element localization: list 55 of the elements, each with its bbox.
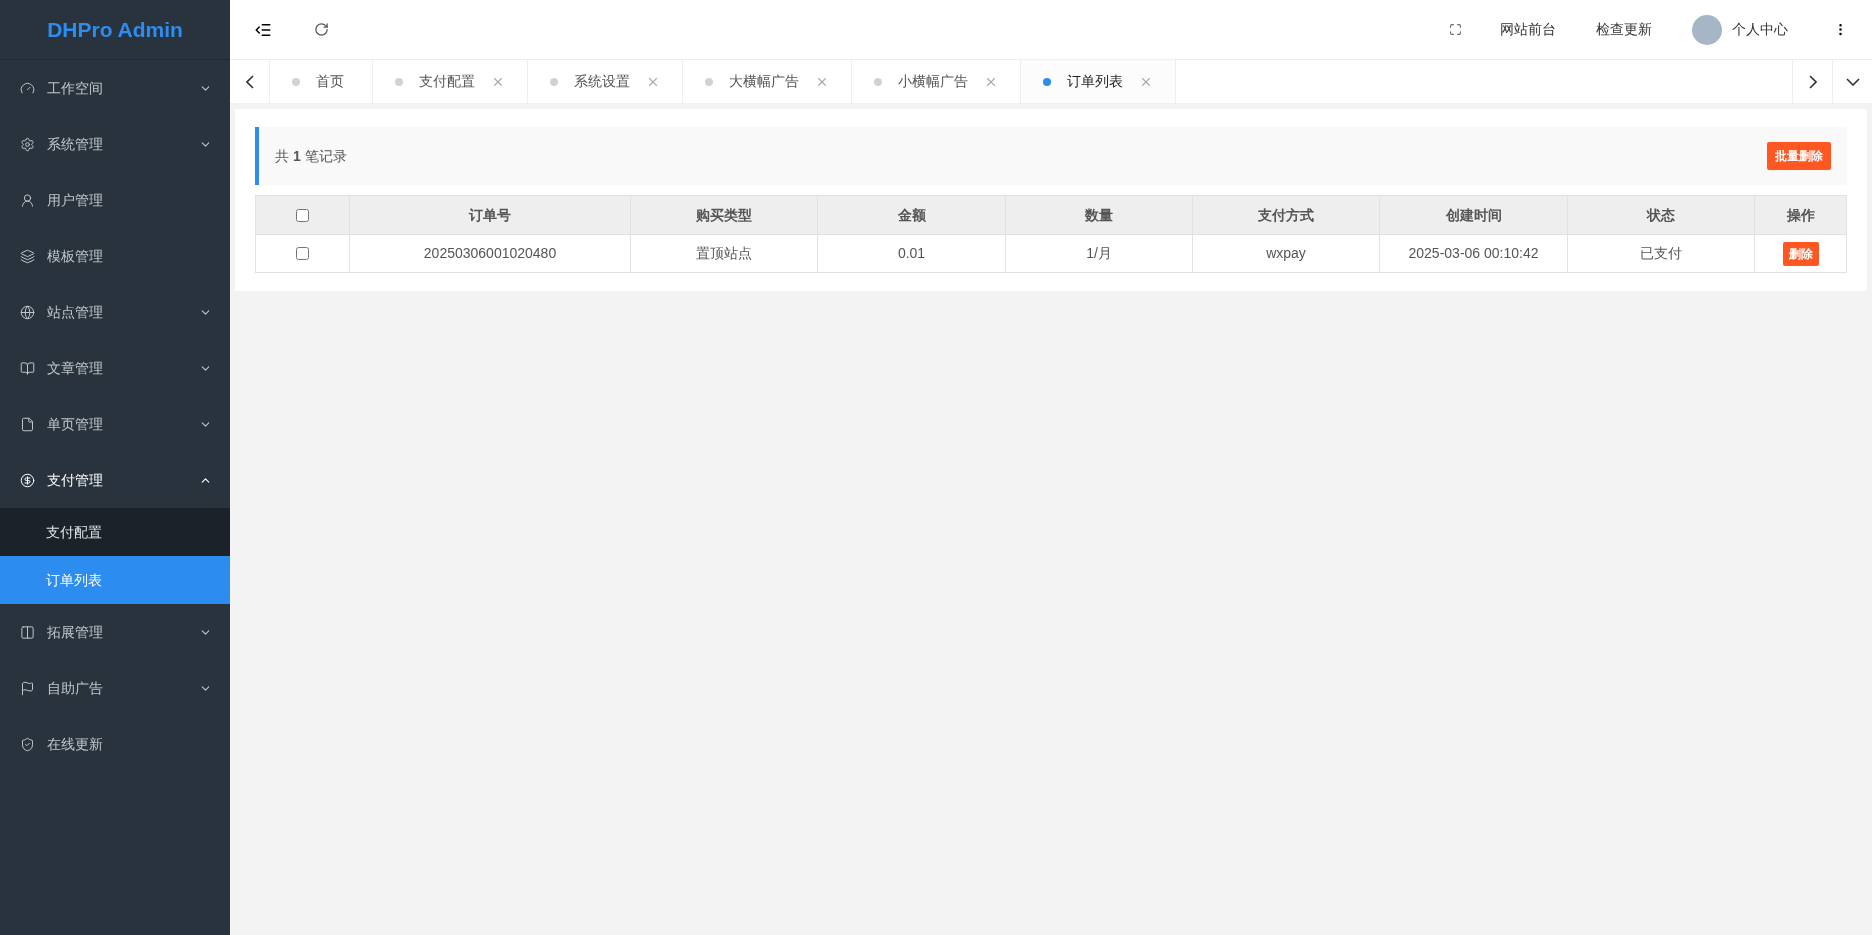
shield-icon — [20, 736, 35, 752]
column-header: 操作 — [1785, 205, 1816, 225]
globe-icon — [20, 304, 35, 320]
menu-item[interactable]: 拓展管理 — [0, 604, 230, 660]
gauge-icon — [20, 80, 35, 96]
table-cell: 2025-03-06 00:10:42 — [1380, 235, 1568, 272]
menu-item[interactable]: 用户管理 — [0, 172, 230, 228]
file-icon — [20, 416, 35, 432]
chevron-left-icon — [245, 74, 254, 89]
book-icon — [20, 360, 35, 376]
tab[interactable]: 支付配置 — [373, 60, 528, 103]
settings-icon — [20, 136, 35, 152]
table-cell: 已支付 — [1568, 235, 1755, 272]
menu-item[interactable]: 工作空间 — [0, 60, 230, 116]
user-menu[interactable]: 个人中心 — [1732, 19, 1788, 40]
user-icon — [20, 192, 35, 208]
table-cell: wxpay — [1193, 235, 1380, 272]
table-cell: 0.01 — [818, 235, 1006, 272]
select-all-checkbox[interactable] — [296, 208, 309, 222]
avatar[interactable] — [1692, 14, 1722, 45]
chevron-right-icon — [1808, 74, 1817, 89]
menu-item[interactable]: 支付管理 — [0, 452, 230, 508]
header-link[interactable]: 网站前台 — [1500, 19, 1556, 40]
column-header: 状态 — [1568, 196, 1755, 234]
submenu-item[interactable]: 支付配置 — [0, 508, 230, 556]
logo-text: DHPro Admin — [47, 16, 183, 43]
table-cell: 置顶站点 — [631, 235, 818, 272]
row-checkbox[interactable] — [296, 247, 309, 260]
column-header: 数量 — [1006, 196, 1193, 234]
tab[interactable]: 大横幅广告 — [683, 60, 852, 103]
table-cell: 1/月 — [1006, 235, 1193, 272]
menu-item[interactable]: 在线更新 — [0, 716, 230, 772]
column-header: 支付方式 — [1193, 196, 1380, 234]
column-header: 订单号 — [350, 196, 631, 234]
columns-icon — [20, 624, 35, 640]
currency-icon — [20, 472, 35, 488]
refresh-icon[interactable] — [314, 22, 329, 37]
flag-icon — [20, 680, 35, 696]
menu-item[interactable]: 自助广告 — [0, 660, 230, 716]
table-cell: 20250306001020480 — [350, 235, 631, 272]
menu-item[interactable]: 单页管理 — [0, 396, 230, 452]
tab[interactable]: 首页 — [270, 60, 373, 103]
menu-item[interactable]: 模板管理 — [0, 228, 230, 284]
menu-item[interactable]: 文章管理 — [0, 340, 230, 396]
record-count: 共 1 笔记录 — [275, 146, 347, 166]
column-header: 创建时间 — [1380, 196, 1568, 234]
column-header: 购买类型 — [631, 196, 818, 234]
menu-item[interactable]: 站点管理 — [0, 284, 230, 340]
tab[interactable]: 系统设置 — [528, 60, 683, 103]
chevron-down-icon — [1845, 77, 1860, 86]
column-header: 金额 — [818, 196, 1006, 234]
fullscreen-icon[interactable] — [1449, 23, 1462, 36]
menu-item[interactable]: 系统管理 — [0, 116, 230, 172]
header-link[interactable]: 检查更新 — [1596, 19, 1652, 40]
layers-icon — [20, 248, 35, 264]
